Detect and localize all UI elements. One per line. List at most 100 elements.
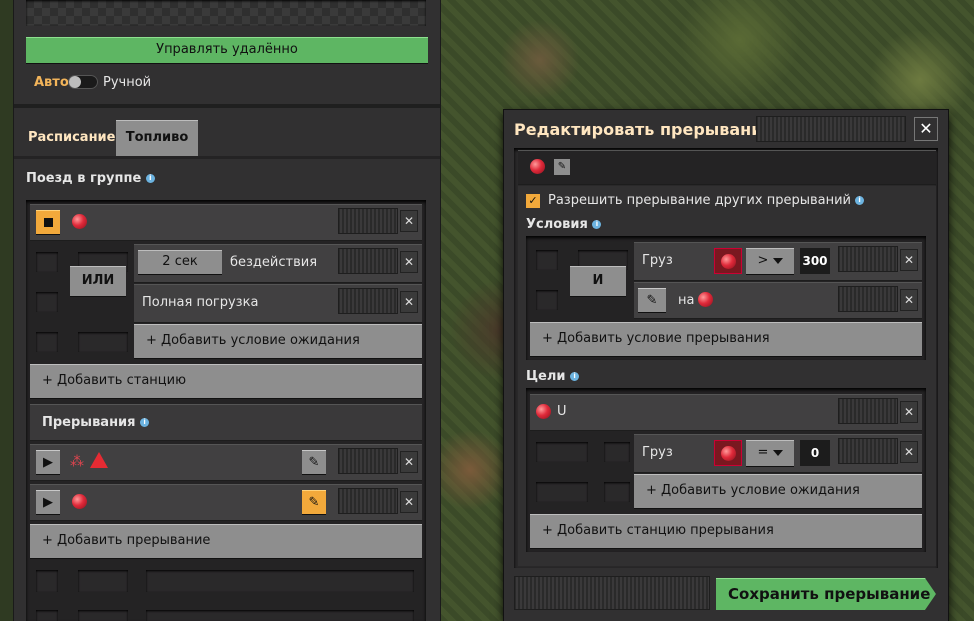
on-label: на bbox=[678, 293, 695, 308]
condition-slot bbox=[536, 290, 558, 310]
add-interrupt-condition-button[interactable]: + Добавить условие прерывания bbox=[530, 322, 922, 356]
tab-underline bbox=[14, 156, 440, 159]
tab-schedule[interactable]: Расписание bbox=[28, 120, 115, 156]
delete-station-button[interactable]: ✕ bbox=[400, 210, 418, 232]
group-label: Поезд в группе i bbox=[26, 171, 155, 186]
delete-condition-button[interactable]: ✕ bbox=[400, 291, 418, 313]
stop-button[interactable] bbox=[36, 210, 60, 234]
delete-condition-button[interactable]: ✕ bbox=[900, 441, 918, 463]
station-item-icon bbox=[72, 214, 87, 229]
allow-interrupts-label: Разрешить прерывание других прерываний i bbox=[548, 193, 865, 208]
add-interrupt-station-button[interactable]: + Добавить станцию прерывания bbox=[530, 514, 922, 548]
empty-slot bbox=[78, 570, 128, 592]
title-drag-handle[interactable] bbox=[756, 116, 906, 142]
value2-input[interactable]: 0 bbox=[800, 440, 830, 466]
save-interrupt-button[interactable]: Сохранить прерывание bbox=[716, 578, 936, 610]
edit-interrupt-button[interactable]: ✎ bbox=[302, 490, 326, 514]
time-value-button[interactable]: 2 сек bbox=[138, 250, 222, 274]
play-button[interactable]: ▶ bbox=[36, 450, 60, 474]
add-wait-condition-button[interactable]: + Добавить условие ожидания bbox=[634, 474, 922, 508]
delete-interrupt-button[interactable]: ✕ bbox=[400, 491, 418, 513]
empty-slot bbox=[36, 610, 58, 621]
target-station-icon bbox=[536, 404, 551, 419]
red-ball-icon bbox=[720, 445, 736, 461]
condition-slot bbox=[536, 482, 588, 502]
chevron-down-icon bbox=[772, 449, 783, 456]
footer-drag-handle bbox=[514, 576, 710, 610]
drag-handle[interactable] bbox=[838, 438, 898, 464]
tab-fuel[interactable]: Топливо bbox=[116, 120, 198, 156]
empty-slot bbox=[146, 570, 414, 592]
value-input[interactable]: 300 bbox=[800, 248, 830, 274]
interrupt-name-icon bbox=[530, 159, 545, 174]
comparator2-dropdown[interactable]: = bbox=[746, 440, 794, 466]
cargo-label: Груз bbox=[642, 253, 673, 268]
condition-slot bbox=[536, 250, 558, 270]
dialog-title: Редактировать прерывание bbox=[514, 120, 774, 139]
condition-slot bbox=[604, 482, 630, 502]
condition-slot bbox=[36, 252, 58, 272]
info-icon: i bbox=[140, 418, 150, 427]
conditions-label: Условия i bbox=[526, 217, 602, 232]
comparator-dropdown[interactable]: > bbox=[746, 248, 794, 274]
edit-interrupt-button[interactable]: ✎ bbox=[302, 450, 326, 474]
cargo-item-slot[interactable] bbox=[714, 248, 742, 274]
close-button[interactable]: ✕ bbox=[914, 117, 938, 141]
and-button[interactable]: И bbox=[570, 266, 626, 296]
condition-slot bbox=[604, 442, 630, 462]
chevron-down-icon bbox=[772, 257, 783, 264]
or-button[interactable]: ИЛИ bbox=[70, 266, 126, 296]
target-station-name: U bbox=[557, 404, 567, 419]
drag-handle[interactable] bbox=[838, 398, 898, 424]
remote-control-button[interactable]: Управлять удалённо bbox=[26, 37, 428, 63]
warning-icon bbox=[90, 452, 108, 468]
inactivity-label: бездействия bbox=[230, 255, 318, 270]
play-button[interactable]: ▶ bbox=[36, 490, 60, 514]
add-wait-condition-button[interactable]: + Добавить условие ожидания bbox=[134, 324, 422, 358]
info-icon: i bbox=[592, 220, 602, 229]
delete-condition-button[interactable]: ✕ bbox=[900, 249, 918, 271]
red-ball-icon bbox=[720, 253, 736, 269]
empty-slot bbox=[146, 610, 414, 621]
interrupt-name-row bbox=[518, 150, 936, 184]
drag-handle[interactable] bbox=[838, 246, 898, 272]
condition-slot bbox=[36, 332, 58, 352]
info-icon: i bbox=[145, 174, 155, 183]
add-station-button[interactable]: + Добавить станцию bbox=[30, 364, 422, 398]
manual-label: Ручной bbox=[103, 75, 152, 90]
drag-handle[interactable] bbox=[338, 208, 398, 234]
rename-button[interactable]: ✎ bbox=[554, 159, 570, 175]
cargo2-item-slot[interactable] bbox=[714, 440, 742, 466]
info-icon: i bbox=[570, 372, 580, 381]
condition-slot bbox=[78, 332, 128, 352]
location-item-icon bbox=[698, 292, 713, 307]
delete-interrupt-button[interactable]: ✕ bbox=[400, 451, 418, 473]
condition-slot bbox=[536, 442, 588, 462]
condition-slot bbox=[36, 292, 58, 312]
delete-condition-button[interactable]: ✕ bbox=[400, 251, 418, 273]
drag-handle[interactable] bbox=[838, 286, 898, 312]
delete-condition-button[interactable]: ✕ bbox=[900, 289, 918, 311]
empty-slot bbox=[36, 570, 58, 592]
full-load-label: Полная погрузка bbox=[142, 295, 259, 310]
separator bbox=[14, 104, 440, 108]
targets-label: Цели i bbox=[526, 369, 580, 384]
drag-handle[interactable] bbox=[338, 448, 398, 474]
empty-slot bbox=[78, 610, 128, 621]
edit-location-button[interactable]: ✎ bbox=[638, 288, 666, 312]
interrupts-label: Прерывания i bbox=[42, 415, 150, 430]
drag-handle[interactable] bbox=[338, 288, 398, 314]
add-interrupt-button[interactable]: + Добавить прерывание bbox=[30, 524, 422, 558]
preview-area bbox=[26, 0, 426, 26]
delete-target-button[interactable]: ✕ bbox=[900, 401, 918, 423]
allow-interrupts-checkbox[interactable]: ✓ bbox=[526, 194, 540, 208]
drag-handle[interactable] bbox=[338, 488, 398, 514]
drag-handle[interactable] bbox=[338, 248, 398, 274]
auto-manual-toggle[interactable] bbox=[68, 75, 98, 89]
interrupt-item-icon bbox=[72, 494, 87, 509]
auto-label: Авто bbox=[34, 75, 69, 90]
toggle-knob bbox=[69, 76, 81, 88]
info-icon: i bbox=[855, 196, 865, 205]
stop-icon bbox=[43, 217, 53, 227]
broken-signal-icon: ⁂ bbox=[70, 454, 84, 470]
